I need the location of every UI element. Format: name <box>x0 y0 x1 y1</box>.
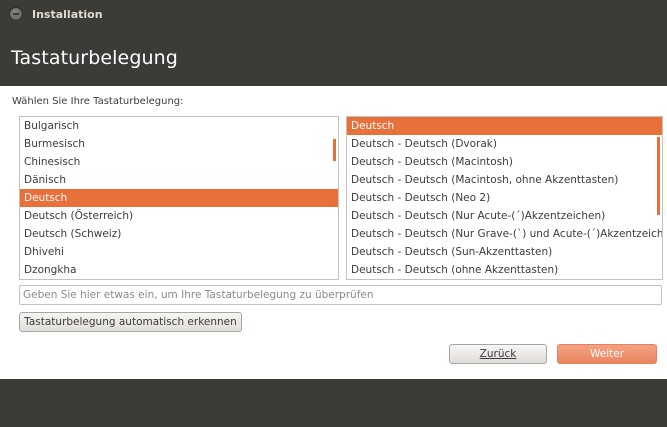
footer-bar <box>0 379 667 427</box>
variant-list-item[interactable]: Deutsch - Deutsch (ohne Akzenttasten) <box>347 261 662 279</box>
variant-list-item[interactable]: Deutsch - Deutsch (Dvorak) <box>347 135 662 153</box>
next-button[interactable]: Weiter <box>557 344 657 364</box>
back-button-label: Zurück <box>479 348 517 360</box>
variant-list-item[interactable]: Deutsch - Deutsch (Macintosh, ohne Akzen… <box>347 171 662 189</box>
layout-list-item[interactable]: Dzongkha <box>20 261 338 279</box>
layout-list-item[interactable]: Dhivehi <box>20 243 338 261</box>
keyboard-variant-list[interactable]: Deutsch Deutsch - Deutsch (Dvorak) Deutsch… <box>346 116 663 280</box>
layout-list-item[interactable]: Dänisch <box>20 171 338 189</box>
close-icon[interactable] <box>9 7 23 21</box>
variant-list-scrollbar[interactable] <box>657 137 660 215</box>
variant-list-item[interactable]: Deutsch - Deutsch (Macintosh) <box>347 153 662 171</box>
layout-list-item[interactable]: Bulgarisch <box>20 117 338 135</box>
layout-list-scrollbar[interactable] <box>333 139 336 161</box>
layout-list-item[interactable]: Deutsch <box>20 189 338 207</box>
variant-list-item[interactable]: Deutsch <box>347 117 662 135</box>
keyboard-test-input[interactable]: Geben Sie hier etwas ein, um Ihre Tastat… <box>19 285 662 305</box>
title-bar: Installation <box>0 0 667 28</box>
layout-prompt: Wählen Sie Ihre Tastaturbelegung: <box>12 96 184 107</box>
variant-list-item[interactable]: Deutsch - Deutsch (Nur Acute-(´)Akzentze… <box>347 207 662 225</box>
page-title: Tastaturbelegung <box>11 47 178 69</box>
variant-list-item[interactable]: Deutsch - Deutsch (Neo 2) <box>347 189 662 207</box>
keyboard-layout-list[interactable]: Bulgarisch Burmesisch Chinesisch Dänisch Deu… <box>19 116 339 280</box>
layout-list-item[interactable]: Burmesisch <box>20 135 338 153</box>
back-button[interactable]: Zurück <box>449 344 547 364</box>
detect-layout-button[interactable]: Tastaturbelegung automatisch erkennen <box>19 312 242 332</box>
variant-list-item[interactable]: Deutsch - Deutsch (Sun-Akzenttasten) <box>347 243 662 261</box>
variant-list-item[interactable]: Deutsch - Deutsch (Nur Grave-(`) und Acu… <box>347 225 662 243</box>
layout-list-item[interactable]: Deutsch (Schweiz) <box>20 225 338 243</box>
window-title: Installation <box>32 7 103 21</box>
page-header: Tastaturbelegung <box>0 28 667 86</box>
layout-list-item[interactable]: Chinesisch <box>20 153 338 171</box>
layout-list-item[interactable]: Deutsch (Österreich) <box>20 207 338 225</box>
